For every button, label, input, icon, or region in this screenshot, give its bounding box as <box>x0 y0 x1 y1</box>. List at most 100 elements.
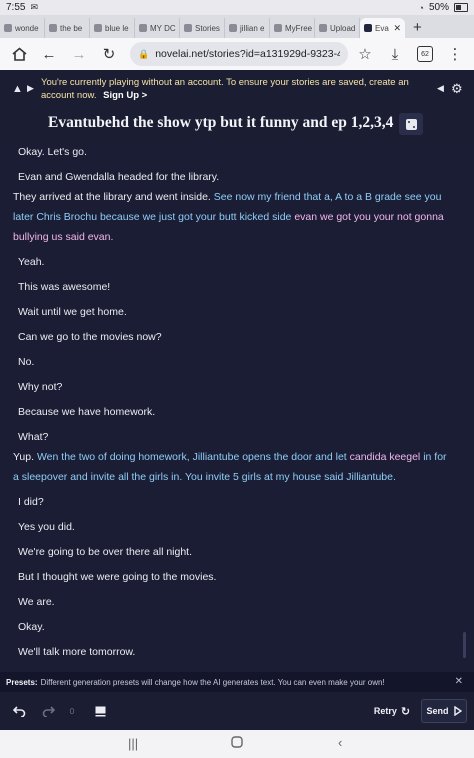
tab-favicon <box>274 24 282 32</box>
browser-tab[interactable]: jillian e <box>225 18 270 38</box>
story-paragraph[interactable]: Wait until we get home. <box>18 302 448 322</box>
send-label: Send <box>426 706 449 716</box>
story-text: They arrived at the library and went ins… <box>13 191 214 203</box>
story-paragraph[interactable]: Yup. Wen the two of doing homework, Jill… <box>13 447 453 487</box>
story-paragraph[interactable]: Okay. <box>18 617 448 637</box>
story-text: Why not? <box>18 381 63 393</box>
story-paragraph[interactable]: Because we have homework. <box>18 402 448 422</box>
back-nav-icon[interactable]: ‹ <box>338 735 342 750</box>
story-text: What? <box>18 431 49 443</box>
story-paragraph[interactable]: What? <box>18 427 448 447</box>
account-notice: ▲ ▶ You're currently playing without an … <box>0 70 474 104</box>
close-tab-icon[interactable]: ✕ <box>393 23 401 34</box>
browser-tab[interactable]: the be <box>45 18 90 38</box>
story-text: Yes you did. <box>18 521 75 533</box>
wifi-icon: ◔ <box>418 2 424 13</box>
story-paragraph[interactable]: Evan and Gwendalla headed for the librar… <box>18 167 448 187</box>
browser-tab[interactable]: wonde <box>0 18 45 38</box>
undo-count: 0 <box>69 706 75 716</box>
story-text: But I thought we were going to the movie… <box>18 571 217 583</box>
tab-favicon <box>4 24 12 32</box>
story-paragraph[interactable]: We'll talk more tomorrow. <box>18 642 448 660</box>
tab-switcher-button[interactable]: 62 <box>412 41 438 67</box>
scrollbar-thumb[interactable] <box>463 632 466 658</box>
browser-tab[interactable]: MY DC <box>135 18 180 38</box>
recent-apps-icon[interactable]: ||| <box>128 736 138 751</box>
dice-icon[interactable] <box>399 113 423 135</box>
story-paragraph[interactable]: No. <box>18 352 448 372</box>
story-paragraph[interactable]: Why not? <box>18 377 448 397</box>
notification-icon: ✉ <box>30 2 39 12</box>
home-nav-icon[interactable] <box>231 736 243 751</box>
novelai-logo-icon[interactable]: ▲ <box>12 83 23 95</box>
browser-tab-active[interactable]: Eva ✕ <box>360 18 405 38</box>
history-icon[interactable] <box>89 699 111 723</box>
story-paragraph[interactable]: I did? <box>18 492 448 512</box>
editor-controls: 0 Retry ↻ Send <box>0 692 474 730</box>
story-text: Wait until we get home. <box>18 306 127 318</box>
presets-hint-text: Different generation presets will change… <box>40 677 385 687</box>
story-text: Yeah. <box>18 256 45 268</box>
story-text: I did? <box>18 496 44 508</box>
address-bar[interactable]: 🔒 novelai.net/stories?id=a131929d-9323-4… <box>130 42 348 66</box>
story-text: This was awesome! <box>18 281 111 293</box>
expand-right-panel-icon[interactable]: ◀ <box>437 83 444 94</box>
tab-favicon <box>139 24 147 32</box>
story-paragraph[interactable]: We're going to be over there all night. <box>18 542 448 562</box>
reload-icon[interactable]: ↻ <box>96 41 122 67</box>
tab-favicon <box>94 24 102 32</box>
story-paragraph[interactable]: We are. <box>18 592 448 612</box>
story-paragraph[interactable]: Can we go to the movies now? <box>18 327 448 347</box>
browser-tab-strip: wonde the be blue le MY DC Stories jilli… <box>0 15 474 38</box>
story-editor[interactable]: We'll talk more tomorrow. Okay. We are. But… <box>0 142 474 660</box>
browser-tab[interactable]: Upload <box>315 18 360 38</box>
status-bar: 7:55 ✉ ◔ 50% <box>0 0 474 15</box>
sign-up-link[interactable]: Sign Up > <box>103 90 147 101</box>
back-icon[interactable]: ← <box>36 41 62 67</box>
story-text: Okay. Let's go. <box>18 146 87 158</box>
retry-icon: ↻ <box>400 705 411 718</box>
forward-icon[interactable]: → <box>66 41 92 67</box>
download-icon[interactable]: ⤓ <box>382 41 408 67</box>
story-text: We're going to be over there all night. <box>18 546 192 558</box>
expand-left-panel-icon[interactable]: ▶ <box>27 83 34 94</box>
browser-tab[interactable]: blue le <box>90 18 135 38</box>
presets-label: Presets: <box>6 677 38 687</box>
redo-icon[interactable] <box>37 699 59 723</box>
notice-text-block: You're currently playing without an acco… <box>41 76 431 102</box>
story-paragraph[interactable]: Yeah. <box>18 252 448 272</box>
send-button[interactable]: Send <box>421 699 467 723</box>
undo-icon[interactable] <box>8 699 30 723</box>
home-icon[interactable] <box>6 41 32 67</box>
browser-menu-icon[interactable]: ⋮ <box>442 41 468 67</box>
story-text: We are. <box>18 596 55 608</box>
tab-favicon <box>319 24 327 32</box>
bookmark-star-icon[interactable]: ☆ <box>352 41 378 67</box>
browser-toolbar: ← → ↻ 🔒 novelai.net/stories?id=a131929d-… <box>0 38 474 70</box>
retry-button[interactable]: Retry ↻ <box>367 699 417 723</box>
battery-percent: 50% <box>428 2 449 13</box>
browser-tab[interactable]: Stories <box>180 18 225 38</box>
browser-tab[interactable]: MyFree <box>270 18 315 38</box>
story-paragraph[interactable]: They arrived at the library and went ins… <box>13 187 453 247</box>
url-text: novelai.net/stories?id=a131929d-9323-44f… <box>155 48 340 60</box>
story-paragraph[interactable]: This was awesome! <box>18 277 448 297</box>
story-text: We'll talk more tomorrow. <box>18 646 136 658</box>
story-text: Yup. <box>13 451 37 463</box>
new-tab-icon[interactable]: + <box>405 19 430 38</box>
story-title[interactable]: Evantubehd the show ytp but it funny and… <box>48 114 393 132</box>
tab-favicon <box>49 24 57 32</box>
story-text: Can we go to the movies now? <box>18 331 162 343</box>
presets-hint: Presets: Different generation presets wi… <box>0 672 474 692</box>
close-icon[interactable]: ✕ <box>455 676 463 687</box>
retry-label: Retry <box>373 706 397 716</box>
story-paragraph[interactable]: Yes you did. <box>18 517 448 537</box>
story-text: Okay. <box>18 621 45 633</box>
gear-icon[interactable]: ⚙ <box>451 81 463 97</box>
story-paragraph[interactable]: But I thought we were going to the movie… <box>18 567 448 587</box>
story-text: No. <box>18 356 35 368</box>
battery-icon <box>454 3 468 12</box>
send-arrow-icon <box>453 706 462 716</box>
story-text-pink: candida keegel <box>349 451 424 463</box>
story-paragraph[interactable]: Okay. Let's go. <box>18 142 448 162</box>
